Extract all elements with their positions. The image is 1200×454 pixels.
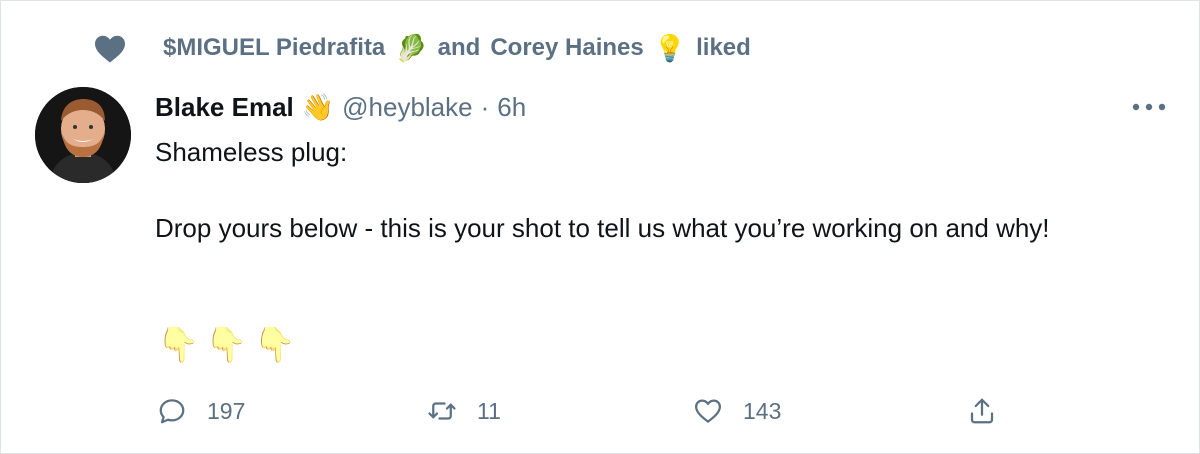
tweet-text: Shameless plug: Drop yours below - this … xyxy=(155,133,1175,247)
backhand-index-pointing-down-emoji: 👇 xyxy=(157,326,200,364)
social-context-action: liked xyxy=(696,34,751,61)
lettuce-emoji: 🥬 xyxy=(395,33,428,63)
reply-icon xyxy=(159,399,185,424)
tweet-header: Blake Emal 👋 @heyblake · 6h xyxy=(155,87,526,127)
heart-filled-icon xyxy=(95,35,125,63)
reply-count: 197 xyxy=(207,397,246,424)
reply-button[interactable]: 197 xyxy=(157,389,245,433)
tweet-timestamp[interactable]: 6h xyxy=(497,92,526,123)
avatar[interactable] xyxy=(35,87,131,183)
liker-name-1[interactable]: $MIGUEL Piedrafita xyxy=(163,34,385,62)
light-bulb-emoji: 💡 xyxy=(653,33,687,63)
tweet-text-line-1: Shameless plug: xyxy=(155,137,348,167)
backhand-index-pointing-down-emoji: 👇 xyxy=(205,326,248,364)
backhand-index-pointing-down-emoji: 👇 xyxy=(253,326,297,364)
liker-name-2[interactable]: Corey Haines xyxy=(490,34,643,62)
more-options-button[interactable] xyxy=(1129,91,1169,123)
author-display-name[interactable]: Blake Emal xyxy=(155,92,294,123)
tweet-text-line-2: Drop yours below - this is your shot to … xyxy=(155,213,1050,243)
header-separator: · xyxy=(480,91,490,122)
tweet-card[interactable]: $MIGUEL Piedrafita 🥬 and Corey Haines 💡 … xyxy=(0,0,1200,454)
share-icon xyxy=(970,398,994,424)
retweet-count: 11 xyxy=(477,397,501,424)
social-context-conjunction: and xyxy=(437,34,481,61)
pointing-emoji-row: 👇 👇 👇 xyxy=(157,323,296,367)
waving-hand-emoji: 👋 xyxy=(301,92,335,122)
tweet-actions: 197 11 143 xyxy=(155,389,1015,433)
avatar-image xyxy=(35,87,131,183)
social-context-line: $MIGUEL Piedrafita 🥬 and Corey Haines 💡 … xyxy=(93,31,751,65)
retweet-icon xyxy=(428,402,456,420)
retweet-button[interactable]: 11 xyxy=(427,389,501,433)
more-dots-icon xyxy=(1132,103,1166,111)
author-handle[interactable]: @heyblake xyxy=(342,92,472,123)
like-button[interactable]: 143 xyxy=(693,389,781,433)
like-count: 143 xyxy=(743,397,782,424)
share-button[interactable] xyxy=(967,389,997,433)
heart-outline-icon xyxy=(695,399,721,423)
